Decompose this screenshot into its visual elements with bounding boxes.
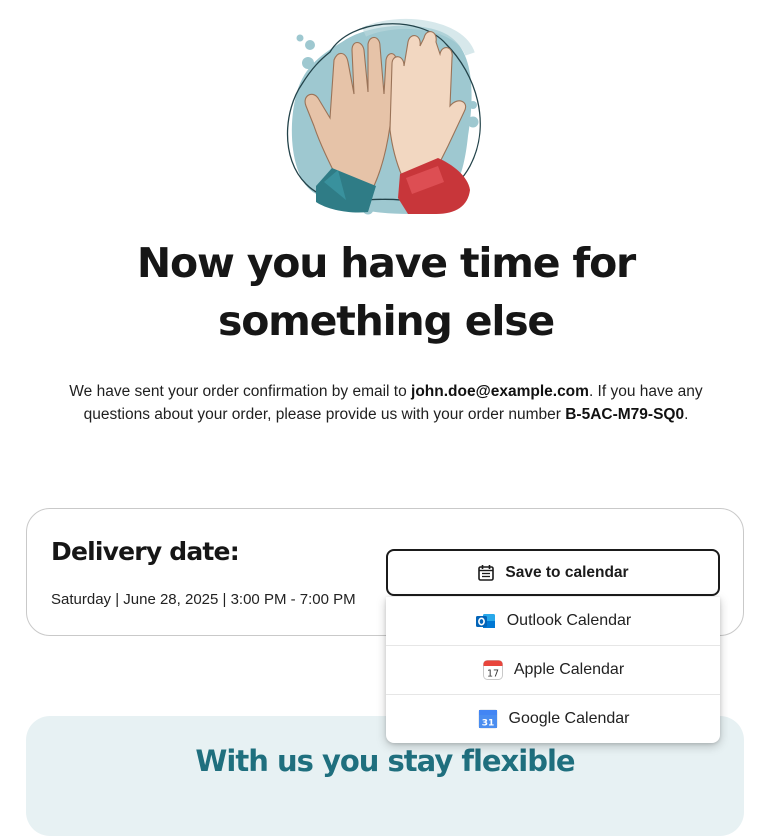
calendar-dropdown: Outlook Calendar 17 Apple Calendar 31 Go… (386, 597, 720, 743)
delivery-datetime: Saturday | June 28, 2025 | 3:00 PM - 7:0… (51, 591, 356, 608)
outlook-icon (475, 614, 495, 628)
save-to-calendar-label: Save to calendar (505, 563, 629, 581)
high-five-icon (286, 18, 481, 215)
hero-illustration (280, 14, 490, 222)
calendar-icon (478, 564, 495, 581)
apple-calendar-day: 17 (487, 669, 499, 680)
page-title: Now you have time for something else (136, 239, 636, 345)
intro-text-1: We have sent your order confirmation by … (69, 383, 412, 400)
calendar-option-label: Outlook Calendar (506, 612, 632, 629)
apple-calendar-icon: 17 (482, 660, 503, 680)
save-to-calendar-button[interactable]: Save to calendar (386, 549, 720, 596)
confirmation-message: We have sent your order confirmation by … (40, 380, 732, 426)
order-number: B-5AC-M79-SQ0 (565, 406, 685, 423)
customer-email: john.doe@example.com (411, 383, 589, 400)
flexibility-title: With us you stay flexible (195, 744, 575, 778)
intro-text-3: . (684, 406, 689, 423)
google-calendar-icon: 31 (478, 709, 498, 729)
calendar-option-apple[interactable]: 17 Apple Calendar (386, 645, 720, 694)
calendar-option-label: Google Calendar (508, 710, 630, 727)
calendar-option-outlook[interactable]: Outlook Calendar (386, 597, 720, 645)
delivery-title: Delivery date: (51, 537, 240, 566)
google-calendar-day: 31 (481, 719, 494, 729)
calendar-option-google[interactable]: 31 Google Calendar (386, 694, 720, 743)
calendar-option-label: Apple Calendar (513, 661, 625, 678)
